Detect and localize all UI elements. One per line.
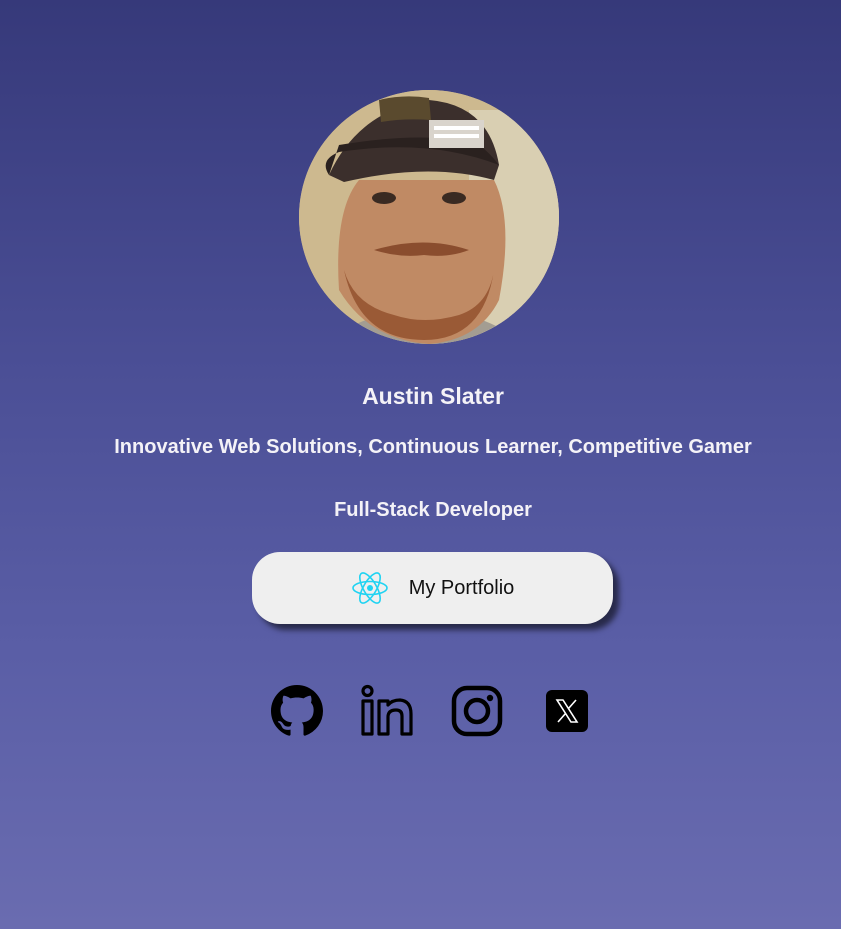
social-links — [270, 684, 600, 740]
react-icon — [351, 570, 389, 606]
linkedin-link[interactable] — [360, 684, 414, 738]
profile-tagline: Innovative Web Solutions, Continuous Lea… — [114, 436, 752, 458]
x-twitter-link[interactable] — [540, 684, 594, 738]
x-twitter-icon — [545, 689, 589, 733]
instagram-icon — [451, 685, 503, 737]
profile-page: Austin Slater Innovative Web Solutions, … — [0, 0, 841, 929]
instagram-link[interactable] — [450, 684, 504, 738]
linkedin-icon — [360, 684, 414, 738]
profile-photo — [299, 90, 559, 344]
github-icon — [271, 685, 323, 737]
my-portfolio-button[interactable]: My Portfolio — [252, 552, 613, 624]
profile-role: Full-Stack Developer — [334, 499, 532, 521]
github-link[interactable] — [270, 684, 324, 738]
my-portfolio-label: My Portfolio — [408, 576, 515, 599]
profile-name: Austin Slater — [362, 383, 504, 409]
